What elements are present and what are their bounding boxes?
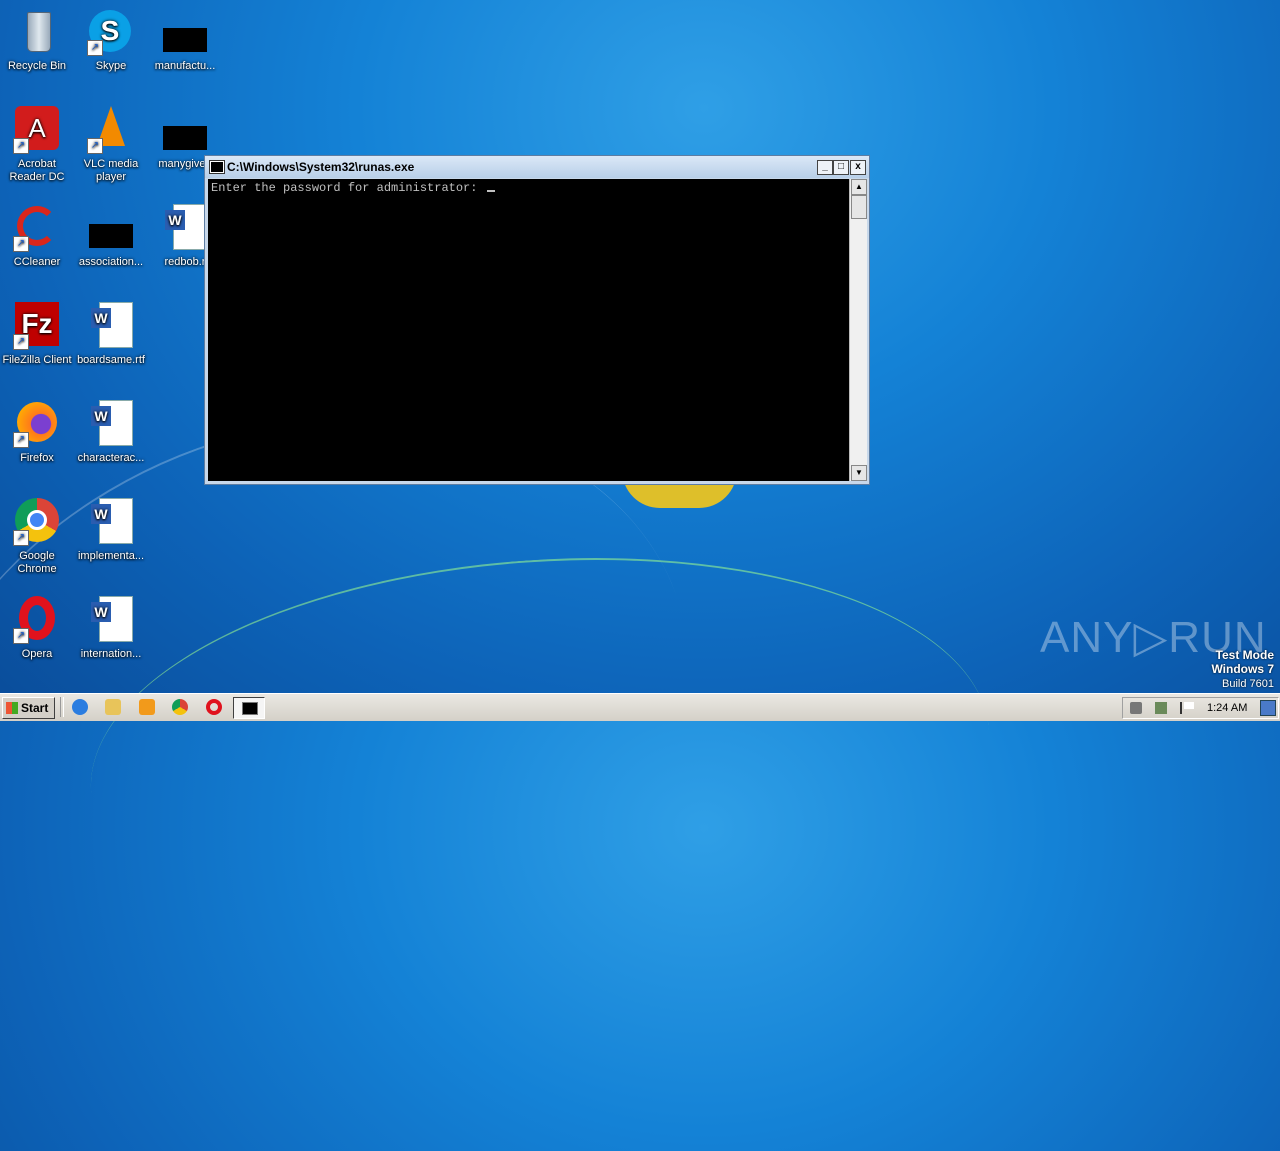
desktop-icon-label: manufactu... bbox=[154, 60, 216, 72]
desktop-icon-label: boardsame.rtf bbox=[77, 354, 145, 366]
shortcut-arrow-icon: ↗ bbox=[13, 138, 29, 154]
maximize-button[interactable]: □ bbox=[833, 160, 849, 175]
show-desktop-button[interactable] bbox=[1260, 700, 1276, 716]
word-doc-icon: W bbox=[161, 204, 209, 252]
start-label: Start bbox=[21, 701, 49, 715]
taskbar: Start 1:24 AM bbox=[0, 693, 1280, 721]
desktop-icon-label: association... bbox=[78, 256, 144, 268]
desktop-icon-opera[interactable]: ↗ Opera bbox=[0, 596, 74, 661]
opera-icon: ↗ bbox=[13, 596, 61, 644]
password-prompt: Enter the password for administrator: bbox=[211, 181, 485, 195]
word-doc-icon: W bbox=[87, 400, 135, 448]
desktop-icon-association[interactable]: association... bbox=[74, 204, 148, 269]
console-output[interactable]: Enter the password for administrator: bbox=[208, 179, 849, 481]
shortcut-arrow-icon: ↗ bbox=[13, 432, 29, 448]
taskbar-clock[interactable]: 1:24 AM bbox=[1207, 702, 1247, 714]
build-label: Build 7601 bbox=[1222, 678, 1274, 690]
chrome-icon: ↗ bbox=[13, 498, 61, 546]
redacted-file-icon bbox=[87, 204, 135, 252]
shortcut-arrow-icon: ↗ bbox=[13, 236, 29, 252]
opera-taskbar-icon[interactable] bbox=[206, 699, 222, 715]
console-app-icon bbox=[210, 161, 224, 173]
filezilla-icon: Fz ↗ bbox=[13, 302, 61, 350]
desktop-icon-chrome[interactable]: ↗ Google Chrome bbox=[0, 498, 74, 576]
network-icon[interactable] bbox=[1155, 702, 1167, 714]
desktop-icon-label: VLC media player bbox=[83, 158, 139, 183]
desktop-icon-implementa[interactable]: W implementa... bbox=[74, 498, 148, 563]
desktop-icon-filezilla[interactable]: Fz ↗ FileZilla Client bbox=[0, 302, 74, 367]
media-player-icon[interactable] bbox=[139, 699, 155, 715]
start-button[interactable]: Start bbox=[2, 697, 55, 719]
word-doc-icon: W bbox=[87, 498, 135, 546]
test-mode-label: Test Mode bbox=[1215, 648, 1274, 662]
desktop-icon-label: FileZilla Client bbox=[2, 354, 72, 366]
scroll-up-arrow-icon[interactable]: ▲ bbox=[851, 179, 867, 195]
minimize-button[interactable]: _ bbox=[817, 160, 833, 175]
desktop-icon-label: internation... bbox=[80, 648, 142, 660]
vlc-icon: ↗ bbox=[87, 106, 135, 154]
desktop-icon-label: Acrobat Reader DC bbox=[9, 158, 65, 183]
shortcut-arrow-icon: ↗ bbox=[87, 40, 103, 56]
desktop-icon-label: redbob.r bbox=[164, 256, 206, 268]
word-doc-icon: W bbox=[87, 302, 135, 350]
console-window[interactable]: C:\Windows\System32\runas.exe _ □ x Ente… bbox=[204, 155, 870, 485]
console-titlebar[interactable]: C:\Windows\System32\runas.exe _ □ x bbox=[205, 156, 869, 178]
desktop-icon-label: Google Chrome bbox=[17, 550, 57, 575]
scroll-thumb[interactable] bbox=[851, 195, 867, 219]
desktop-icon-label: Firefox bbox=[20, 452, 54, 464]
desktop-icon-ccleaner[interactable]: ↗ CCleaner bbox=[0, 204, 74, 269]
word-doc-icon: W bbox=[87, 596, 135, 644]
internet-explorer-icon[interactable] bbox=[72, 699, 88, 715]
close-button[interactable]: x bbox=[850, 160, 866, 175]
console-line: Enter the password for administrator: bbox=[211, 181, 495, 195]
console-title: C:\Windows\System32\runas.exe bbox=[227, 160, 415, 174]
desktop-icon-label: CCleaner bbox=[13, 256, 61, 268]
desktop-icon-boardsame[interactable]: W boardsame.rtf bbox=[74, 302, 148, 367]
action-center-flag-icon[interactable] bbox=[1180, 702, 1194, 714]
scroll-down-arrow-icon[interactable]: ▼ bbox=[851, 465, 867, 481]
desktop-icon-acrobat[interactable]: A ↗ Acrobat Reader DC bbox=[0, 106, 74, 184]
desktop-icon-label: Opera bbox=[21, 648, 53, 660]
desktop-icon-firefox[interactable]: ↗ Firefox bbox=[0, 400, 74, 465]
desktop-icon-recycle-bin[interactable]: Recycle Bin bbox=[0, 8, 74, 73]
recycle-bin-icon bbox=[13, 8, 61, 56]
shortcut-arrow-icon: ↗ bbox=[87, 138, 103, 154]
shortcut-arrow-icon: ↗ bbox=[13, 530, 29, 546]
desktop-icon-label: Skype bbox=[95, 60, 127, 72]
desktop-icon-internation[interactable]: W internation... bbox=[74, 596, 148, 661]
desktop-icon-label: characterac... bbox=[77, 452, 145, 464]
desktop-icon-manufactu[interactable]: manufactu... bbox=[148, 8, 222, 73]
skype-icon: S ↗ bbox=[87, 8, 135, 56]
windows-flag-icon bbox=[6, 702, 18, 714]
redacted-file-icon bbox=[161, 8, 209, 56]
os-version-label: Windows 7 bbox=[1211, 662, 1274, 676]
desktop-icon-skype[interactable]: S ↗ Skype bbox=[74, 8, 148, 73]
console-scrollbar[interactable]: ▲ ▼ bbox=[849, 179, 867, 481]
shortcut-arrow-icon: ↗ bbox=[13, 628, 29, 644]
firefox-icon: ↗ bbox=[13, 400, 61, 448]
console-taskbar-icon bbox=[242, 702, 258, 715]
quicklaunch-divider bbox=[60, 697, 64, 717]
redacted-file-icon bbox=[161, 106, 209, 154]
system-tray bbox=[1122, 697, 1279, 719]
chrome-taskbar-icon[interactable] bbox=[172, 699, 188, 715]
ccleaner-icon: ↗ bbox=[13, 204, 61, 252]
desktop-icon-label: implementa... bbox=[77, 550, 145, 562]
shortcut-arrow-icon: ↗ bbox=[13, 334, 29, 350]
desktop-icon-characterac[interactable]: W characterac... bbox=[74, 400, 148, 465]
desktop-icon-label: Recycle Bin bbox=[7, 60, 67, 72]
file-explorer-icon[interactable] bbox=[105, 699, 121, 715]
desktop-icon-vlc[interactable]: ↗ VLC media player bbox=[74, 106, 148, 184]
acrobat-icon: A ↗ bbox=[13, 106, 61, 154]
text-cursor bbox=[486, 190, 495, 192]
volume-icon[interactable] bbox=[1130, 702, 1142, 714]
taskbar-console-button[interactable] bbox=[233, 697, 265, 719]
